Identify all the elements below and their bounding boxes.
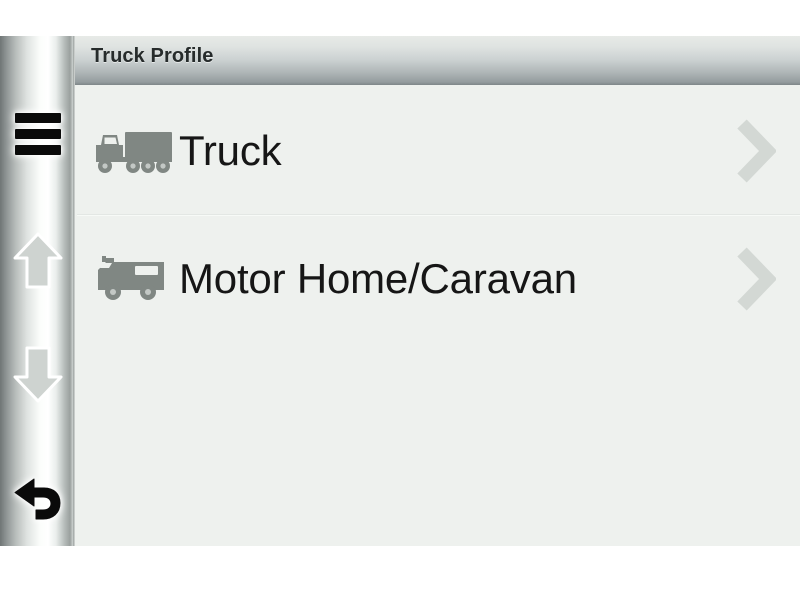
list-item-truck[interactable]: Truck	[77, 87, 800, 215]
motor-home-icon	[87, 254, 179, 304]
sidebar-menu-button[interactable]	[0, 98, 75, 170]
sidebar-scroll-up-button[interactable]	[0, 218, 75, 304]
device-screen: Truck Profile Truck Motor Home/Caravan	[0, 36, 800, 546]
semi-truck-icon	[87, 126, 179, 176]
list-item-motor-home[interactable]: Motor Home/Caravan	[77, 214, 800, 343]
title-bar: Truck Profile	[75, 36, 800, 85]
sidebar-scroll-down-button[interactable]	[0, 331, 75, 417]
back-icon	[14, 478, 60, 520]
scroll-down-icon	[13, 346, 62, 403]
chevron-right-icon[interactable]	[708, 119, 800, 183]
profile-list: Truck Motor Home/Caravan	[77, 87, 800, 546]
menu-icon	[14, 113, 61, 155]
sidebar-back-button[interactable]	[0, 456, 75, 542]
list-item-label: Motor Home/Caravan	[179, 255, 577, 302]
chevron-right-icon[interactable]	[708, 247, 800, 311]
sidebar	[0, 36, 75, 546]
list-item-label: Truck	[179, 127, 282, 174]
page-title: Truck Profile	[91, 45, 214, 67]
scroll-up-icon	[13, 232, 62, 289]
